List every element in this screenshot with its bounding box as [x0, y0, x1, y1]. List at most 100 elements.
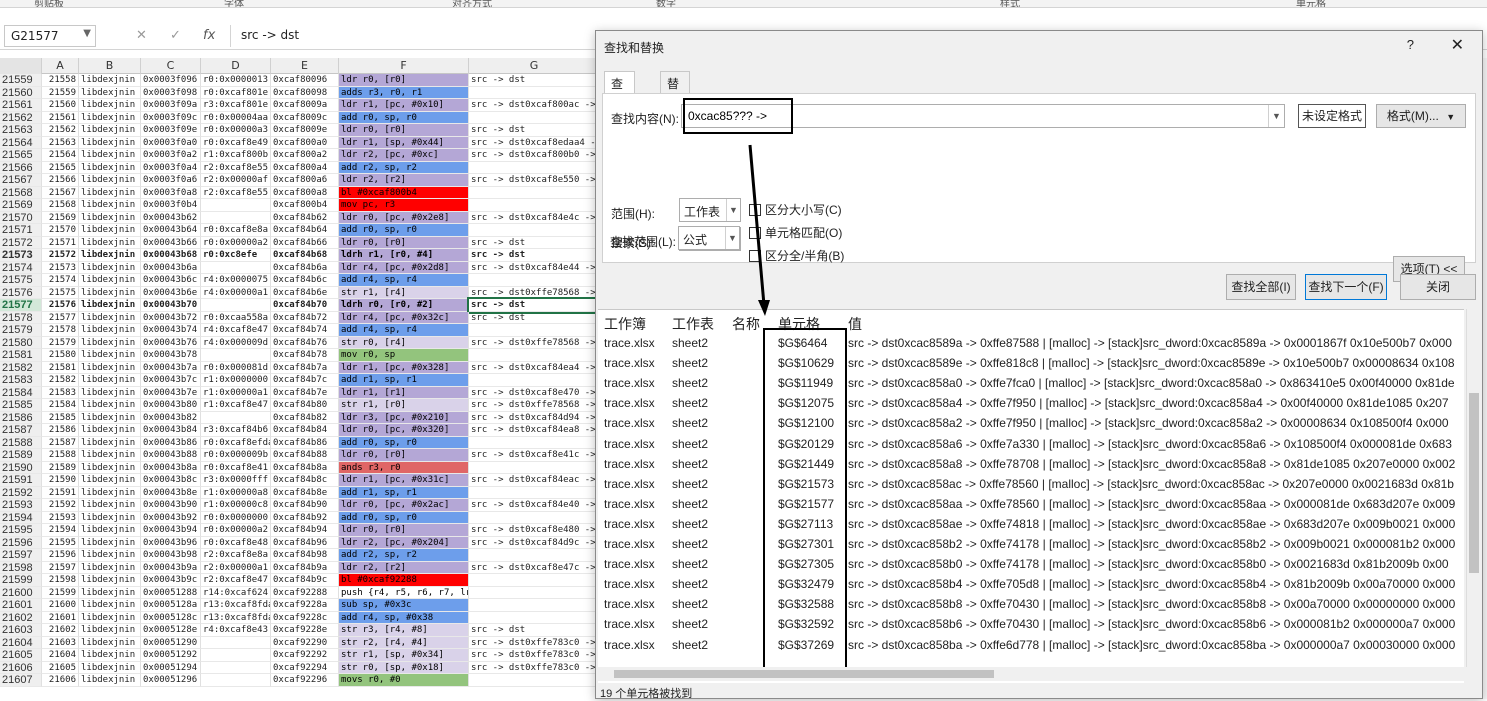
cell-c[interactable]: 0x00043b88	[141, 449, 201, 462]
cell-b[interactable]: libdexjnin	[79, 361, 141, 374]
cell-a[interactable]: 21568	[42, 199, 79, 212]
find-what-input[interactable]	[688, 109, 1248, 123]
cell-f[interactable]: adds r3, r0, r1	[339, 86, 469, 99]
vertical-scrollbar[interactable]	[1466, 309, 1480, 667]
cell-e[interactable]: 0xcaf84b9a	[271, 561, 339, 574]
cell-c[interactable]: 0x00043b92	[141, 511, 201, 524]
row-header[interactable]: 21577	[0, 299, 42, 312]
spreadsheet-grid[interactable]: 21559 21558 libdexjnin 0x0003f096 r0:0x00000…	[0, 74, 600, 699]
cell-e[interactable]: 0xcaf84b68	[271, 249, 339, 262]
horizontal-scrollbar[interactable]	[598, 667, 1464, 681]
cell-e[interactable]: 0xcaf84b74	[271, 324, 339, 337]
cell-d[interactable]: r2:0xcaf8e47	[201, 574, 271, 587]
cell-d[interactable]: r13:0xcaf8fda	[201, 599, 271, 612]
cell-b[interactable]: libdexjnin	[79, 386, 141, 399]
chevron-down-icon[interactable]: ▼	[83, 28, 91, 39]
cell-b[interactable]: libdexjnin	[79, 161, 141, 174]
row-header[interactable]: 21590	[0, 461, 42, 474]
cell-d[interactable]: r4:0x00000a1	[201, 286, 271, 299]
result-row[interactable]: trace.xlsx sheet2 $G$12100 src -> dst0xcac8…	[598, 414, 1464, 434]
cell-d[interactable]	[201, 261, 271, 274]
cell-c[interactable]: 0x0005128e	[141, 624, 201, 637]
enter-icon[interactable]: ✓	[170, 28, 181, 43]
cell-f[interactable]: ldr r1, [sp, #0x44]	[339, 136, 469, 149]
cell-d[interactable]	[201, 674, 271, 687]
cell-c[interactable]: 0x00043b8c	[141, 474, 201, 487]
cell-b[interactable]: libdexjnin	[79, 249, 141, 262]
cell-f[interactable]: add r2, sp, r2	[339, 549, 469, 562]
cell-e[interactable]: 0xcaf84b8a	[271, 461, 339, 474]
cell-a[interactable]: 21605	[42, 661, 79, 674]
cell-f[interactable]: bl #0xcaf800b4	[339, 186, 469, 199]
cell-b[interactable]: libdexjnin	[79, 436, 141, 449]
cell-g[interactable]: src -> dst0xcaf84ea4 ->	[469, 361, 600, 374]
cell-f[interactable]: add r4, sp, r4	[339, 324, 469, 337]
cell-d[interactable]	[201, 649, 271, 662]
cell-b[interactable]: libdexjnin	[79, 599, 141, 612]
cell-e[interactable]: 0xcaf84b88	[271, 449, 339, 462]
cell-g[interactable]: src -> dst0xcaf84d94 ->	[469, 411, 600, 424]
cell-g[interactable]: src -> dst0xffe783c0 ->	[469, 649, 600, 662]
row-header[interactable]: 21570	[0, 211, 42, 224]
cell-d[interactable]: r0:0x0000000	[201, 511, 271, 524]
cell-e[interactable]: 0xcaf9228e	[271, 624, 339, 637]
cell-e[interactable]: 0xcaf84b98	[271, 549, 339, 562]
row-header[interactable]: 21559	[0, 74, 42, 87]
cell-g[interactable]: src -> dst0xcaf8e550 ->	[469, 174, 600, 187]
cell-d[interactable]: r4:0xcaf8e47	[201, 324, 271, 337]
cell-d[interactable]: r4:0xcaf8e43	[201, 624, 271, 637]
cell-c[interactable]: 0x00043b8a	[141, 461, 201, 474]
checkbox-box[interactable]	[749, 227, 761, 239]
cell-e[interactable]: 0xcaf8009c	[271, 111, 339, 124]
cell-c[interactable]: 0x0003f09a	[141, 99, 201, 112]
cell-a[interactable]: 21578	[42, 324, 79, 337]
find-all-button[interactable]: 查找全部(I)	[1226, 274, 1296, 300]
checkbox-box[interactable]	[749, 250, 761, 262]
row-header[interactable]: 21598	[0, 561, 42, 574]
cell-f[interactable]: sub sp, #0x3c	[339, 599, 469, 612]
cell-e[interactable]: 0xcaf84b64	[271, 224, 339, 237]
cell-d[interactable]: r1:0xcaf8e47	[201, 399, 271, 412]
cell-e[interactable]: 0xcaf84b8c	[271, 474, 339, 487]
cell-a[interactable]: 21594	[42, 524, 79, 537]
cell-e[interactable]: 0xcaf84b82	[271, 411, 339, 424]
cell-b[interactable]: libdexjnin	[79, 511, 141, 524]
cell-b[interactable]: libdexjnin	[79, 674, 141, 687]
column-header-c[interactable]: C	[141, 58, 201, 74]
cell-b[interactable]: libdexjnin	[79, 586, 141, 599]
cell-g[interactable]: src -> dst	[469, 624, 600, 637]
row-header[interactable]: 21580	[0, 336, 42, 349]
cell-e[interactable]: 0xcaf80096	[271, 74, 339, 87]
cell-a[interactable]: 21595	[42, 536, 79, 549]
cell-a[interactable]: 21600	[42, 599, 79, 612]
row-header[interactable]: 21582	[0, 361, 42, 374]
cell-e[interactable]: 0xcaf84b94	[271, 524, 339, 537]
column-header-f[interactable]: F	[339, 58, 469, 74]
row-header[interactable]: 21591	[0, 474, 42, 487]
cell-a[interactable]: 21601	[42, 611, 79, 624]
column-header-g[interactable]: G	[469, 58, 600, 74]
row-header[interactable]: 21602	[0, 611, 42, 624]
cell-e[interactable]: 0xcaf84b86	[271, 436, 339, 449]
cell-f[interactable]: ldr r2, [pc, #0xc]	[339, 149, 469, 162]
cell-a[interactable]: 21593	[42, 511, 79, 524]
cell-d[interactable]: r0:0xcaf8e41	[201, 461, 271, 474]
cell-b[interactable]: libdexjnin	[79, 374, 141, 387]
row-header[interactable]: 21603	[0, 624, 42, 637]
cell-b[interactable]: libdexjnin	[79, 149, 141, 162]
row-header[interactable]: 21565	[0, 149, 42, 162]
cell-b[interactable]: libdexjnin	[79, 661, 141, 674]
cell-g[interactable]	[469, 549, 600, 562]
cell-f[interactable]: str r3, [r4, #8]	[339, 624, 469, 637]
cell-b[interactable]: libdexjnin	[79, 174, 141, 187]
format-button[interactable]: 格式(M)... ▼	[1376, 104, 1466, 128]
cell-e[interactable]: 0xcaf84b72	[271, 311, 339, 324]
row-header[interactable]: 21563	[0, 124, 42, 137]
header-sheet[interactable]: 工作表	[672, 314, 714, 334]
cell-c[interactable]: 0x00043b80	[141, 399, 201, 412]
cell-c[interactable]: 0x00051290	[141, 636, 201, 649]
cell-g[interactable]: src -> dst	[469, 311, 600, 324]
cell-g[interactable]	[469, 349, 600, 362]
cell-d[interactable]: r2:0xcaf8e55	[201, 161, 271, 174]
cell-e[interactable]: 0xcaf92288	[271, 586, 339, 599]
